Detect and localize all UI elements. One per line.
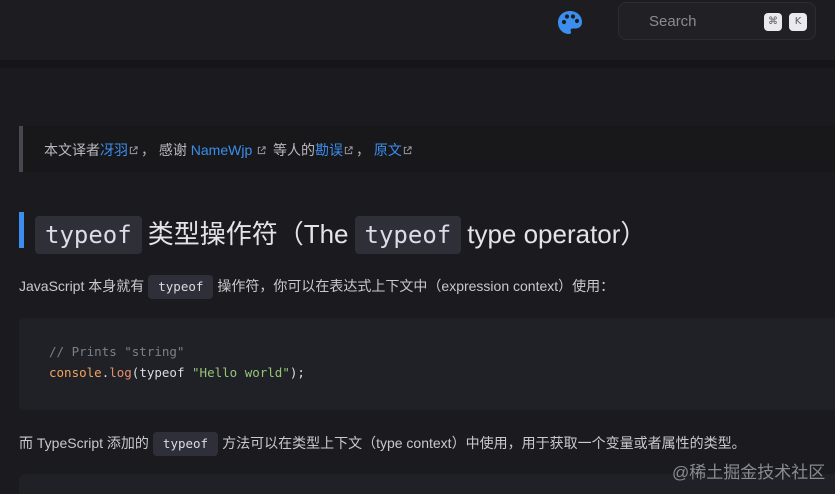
k-key: K: [789, 13, 807, 31]
paragraph-2: 而 TypeScript 添加的 typeof 方法可以在类型上下文（type co…: [19, 432, 746, 456]
inline-code-typeof: typeof: [148, 275, 214, 299]
external-link-icon: [344, 146, 353, 155]
para2-after: 方法可以在类型上下文（type context）中使用，用于获取一个变量或者属性…: [222, 435, 746, 451]
para1-after: 操作符，你可以在表达式上下文中（expression context）使用：: [217, 278, 615, 294]
errata-link[interactable]: 勘误: [315, 142, 343, 158]
code-block: // Prints "string" console.log(typeof "H…: [19, 318, 835, 410]
external-link-icon: [129, 146, 138, 155]
command-key: ⌘: [764, 13, 782, 31]
para1-before: JavaScript 本身就有: [19, 278, 145, 294]
code-token-typeof: typeof: [139, 365, 193, 380]
code-token-close: );: [289, 365, 305, 380]
search-box[interactable]: Search ⌘ K: [618, 2, 816, 40]
section-heading: typeof 类型操作符（The typeof type operator）: [35, 214, 652, 254]
original-link[interactable]: 原文: [374, 142, 402, 158]
code-line: console.log(typeof "Hello world");: [49, 363, 305, 383]
paragraph-1: JavaScript 本身就有 typeof 操作符，你可以在表达式上下文中（exp…: [19, 275, 614, 299]
heading-text-1: 类型操作符（The: [147, 219, 349, 249]
para2-before: 而 TypeScript 添加的: [19, 435, 149, 451]
top-navbar: Search ⌘ K: [0, 0, 835, 68]
notice-thanks: ， 感谢: [141, 142, 191, 158]
inline-code-typeof-2: typeof: [152, 432, 219, 456]
search-placeholder: Search: [649, 13, 697, 30]
heading-accent-bar: [19, 212, 24, 248]
notice-mid: 等人的: [269, 142, 316, 158]
heading-code-typeof: typeof: [35, 216, 142, 254]
code-token-console: console: [49, 365, 102, 380]
heading-code-typeof-2: typeof: [354, 216, 462, 254]
translator-link[interactable]: 冴羽: [100, 142, 128, 158]
notice-prefix: 本文译者: [44, 142, 100, 158]
code-token-log: log: [109, 365, 132, 380]
notice-separator: ，: [356, 142, 374, 158]
code-token-string: "Hello world": [192, 365, 290, 380]
translator-notice: 本文译者冴羽 ， 感谢 NameWjp 等人的勘误 ， 原文: [19, 126, 835, 172]
external-link-icon: [403, 146, 412, 155]
code-comment: // Prints "string": [49, 344, 185, 359]
external-link-icon: [257, 146, 266, 155]
palette-icon[interactable]: [556, 9, 584, 37]
watermark: @稀土掘金技术社区: [672, 463, 826, 482]
heading-text-2: type operator）: [467, 219, 647, 249]
reviewer-link[interactable]: NameWjp: [191, 142, 252, 158]
